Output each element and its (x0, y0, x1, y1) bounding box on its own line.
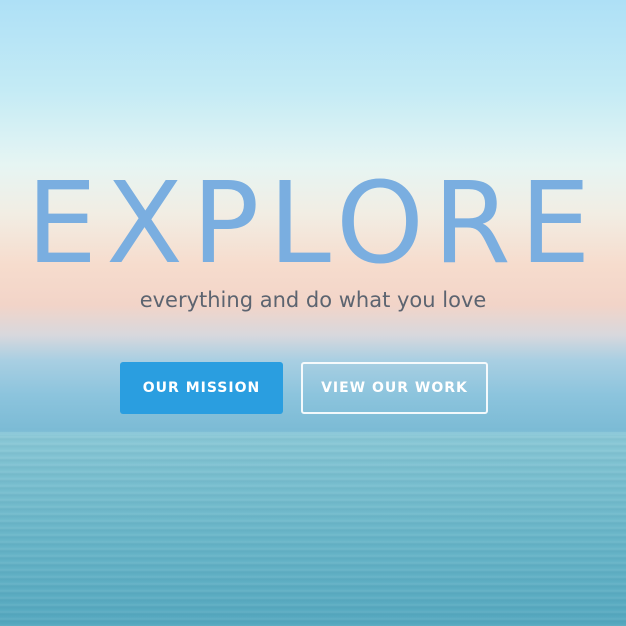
hero-section: EXPLORE everything and do what you love … (0, 0, 626, 626)
view-our-work-button[interactable]: VIEW OUR WORK (301, 362, 488, 414)
our-mission-button[interactable]: OUR MISSION (120, 362, 283, 414)
hero-headline: EXPLORE (26, 159, 600, 289)
hero-tagline: everything and do what you love (139, 288, 487, 312)
sea-background (0, 435, 626, 626)
view-our-work-button-label: VIEW OUR WORK (321, 380, 468, 396)
our-mission-button-label: OUR MISSION (142, 380, 261, 396)
